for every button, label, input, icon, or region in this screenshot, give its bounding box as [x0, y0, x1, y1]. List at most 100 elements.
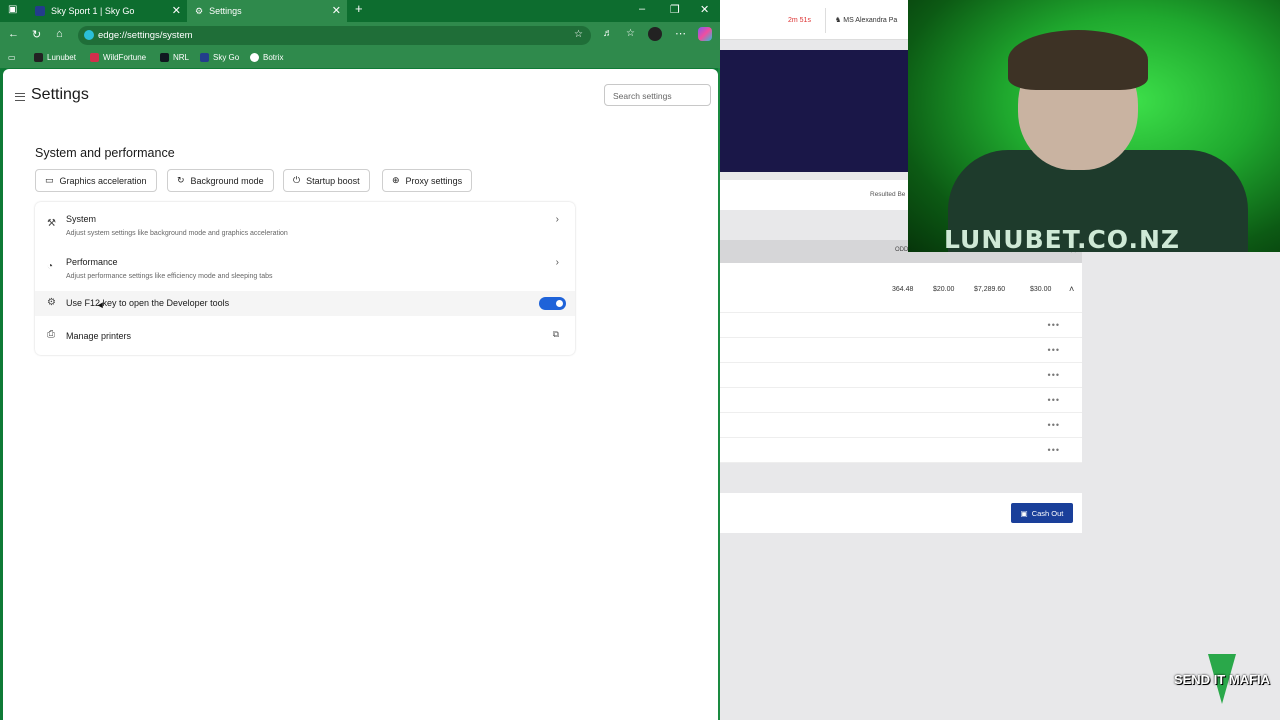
- botrix-icon: [250, 53, 259, 62]
- table-row[interactable]: •••: [720, 363, 1082, 388]
- timer-text: 2m 51s: [788, 17, 811, 24]
- tab-bar: ▣ Sky Sport 1 | Sky Go ✕ ⚙ Settings ✕ + …: [0, 0, 720, 22]
- betting-banner: [720, 50, 908, 172]
- refresh-icon[interactable]: ↻: [32, 28, 41, 41]
- home-icon[interactable]: ⌂: [56, 28, 63, 40]
- favorites-bar: ▭ Lunubet WildFortune NRL Sky Go Botrix: [0, 50, 720, 68]
- favorite-label: Sky Go: [213, 53, 240, 62]
- wrench-icon: ⚒: [47, 218, 56, 229]
- cell-stake: $20.00: [933, 286, 955, 293]
- tab-title: Settings: [209, 6, 242, 16]
- nrl-icon: [160, 53, 169, 62]
- tab-actions-icon[interactable]: ▣: [8, 4, 17, 15]
- chip-label: Proxy settings: [405, 175, 463, 186]
- streamer-hair: [1008, 30, 1148, 90]
- globe-icon: ⊕: [392, 175, 400, 185]
- chip-proxy-settings[interactable]: ⊕ Proxy settings: [382, 169, 473, 192]
- skygo-icon: [200, 53, 209, 62]
- skygo-favicon-icon: [35, 6, 45, 16]
- more-options-icon[interactable]: •••: [1048, 395, 1060, 405]
- cell-odds: 364.48: [892, 286, 914, 293]
- favorites-menu-icon[interactable]: ▭: [8, 53, 16, 62]
- search-input[interactable]: Search settings: [604, 84, 711, 106]
- chip-background-mode[interactable]: ↻ Background mode: [167, 169, 274, 192]
- table-row[interactable]: 364.48 $20.00 $7,289.60 $30.00 ˄: [720, 263, 1082, 313]
- menu-icon[interactable]: [15, 90, 25, 104]
- table-row[interactable]: •••: [720, 313, 1082, 338]
- webcam-overlay: LUNUBET.CO.NZ: [908, 0, 1280, 252]
- resulted-label: Resulted Be: [870, 191, 906, 198]
- player-label: ♞ MS Alexandra Pa: [835, 16, 897, 24]
- profile-avatar[interactable]: [648, 27, 662, 41]
- tab-title: Sky Sport 1 | Sky Go: [51, 6, 135, 16]
- copilot-icon[interactable]: [698, 27, 712, 41]
- url-text: edge://settings/system: [98, 30, 193, 41]
- row-title: Performance: [66, 257, 118, 267]
- read-aloud-icon[interactable]: ♬: [603, 28, 613, 39]
- favorite-lunubet[interactable]: Lunubet: [34, 53, 76, 62]
- favorite-skygo[interactable]: Sky Go: [200, 53, 239, 62]
- more-options-icon[interactable]: •••: [1048, 420, 1060, 430]
- close-tab-icon[interactable]: ✕: [332, 4, 341, 17]
- favorite-wildfortune[interactable]: WildFortune: [90, 53, 146, 62]
- cash-out-button[interactable]: ▣ Cash Out: [1011, 503, 1073, 523]
- favorites-icon[interactable]: ☆: [626, 28, 635, 39]
- betting-strip: Resulted Be: [720, 180, 908, 210]
- gear-icon: ⚙: [195, 5, 204, 16]
- new-tab-icon[interactable]: +: [355, 1, 363, 16]
- chip-label: Background mode: [190, 175, 264, 186]
- row-manage-printers[interactable]: ⎙ Manage printers ⧉: [35, 320, 575, 352]
- chip-label: Startup boost: [306, 175, 360, 186]
- chevron-right-icon: ›: [555, 214, 559, 225]
- row-performance[interactable]: ◔ Performance Adjust performance setting…: [35, 245, 575, 288]
- chip-startup-boost[interactable]: ⏻ Startup boost: [283, 169, 370, 192]
- bet-table: 364.48 $20.00 $7,289.60 $30.00 ˄ ••• •••…: [720, 263, 1082, 463]
- table-row[interactable]: •••: [720, 338, 1082, 363]
- display-icon: ▭: [45, 175, 54, 185]
- row-title: Use F12 key to open the Developer tools: [66, 298, 230, 308]
- restore-icon[interactable]: ❐: [670, 3, 680, 16]
- chevron-up-icon[interactable]: ˄: [1069, 284, 1074, 294]
- divider: [825, 8, 826, 33]
- settings-page: Settings Search settings System and perf…: [3, 69, 718, 720]
- printer-icon: ⎙: [47, 329, 55, 340]
- more-options-icon[interactable]: •••: [1048, 445, 1060, 455]
- wildfortune-icon: [90, 53, 99, 62]
- table-row[interactable]: •••: [720, 388, 1082, 413]
- address-bar: ← ↻ ⌂ edge://settings/system ☆ ♬ ☆ ⋯: [0, 22, 720, 50]
- row-f12-devtools[interactable]: ⚙ Use F12 key to open the Developer tool…: [35, 291, 575, 316]
- favorite-label: NRL: [173, 53, 190, 62]
- favorite-label: Lunubet: [47, 53, 76, 62]
- close-window-icon[interactable]: ✕: [700, 3, 709, 16]
- chip-graphics-acceleration[interactable]: ▭ Graphics acceleration: [35, 169, 157, 192]
- table-row[interactable]: •••: [720, 413, 1082, 438]
- more-icon[interactable]: ⋯: [675, 27, 686, 40]
- url-field[interactable]: edge://settings/system ☆: [78, 26, 591, 45]
- browser-window: ▣ Sky Sport 1 | Sky Go ✕ ⚙ Settings ✕ + …: [0, 0, 720, 720]
- more-options-icon[interactable]: •••: [1048, 345, 1060, 355]
- f12-toggle[interactable]: [539, 297, 566, 310]
- minimize-icon[interactable]: –: [639, 3, 645, 15]
- row-system[interactable]: ⚒ System Adjust system settings like bac…: [35, 202, 575, 245]
- favorite-label: WildFortune: [103, 53, 147, 62]
- brand-logo: SEND IT MAFIA: [1172, 650, 1272, 710]
- bet-footer: ▣ Cash Out: [720, 493, 1082, 533]
- cycle-icon: ↻: [177, 175, 185, 185]
- favorite-label: Botrix: [263, 53, 284, 62]
- favorite-star-icon[interactable]: ☆: [574, 29, 583, 40]
- more-options-icon[interactable]: •••: [1048, 320, 1060, 330]
- table-row[interactable]: •••: [720, 438, 1082, 463]
- favorite-botrix[interactable]: Botrix: [250, 53, 283, 62]
- cash-out-label: Cash Out: [1031, 508, 1064, 518]
- row-title: Manage printers: [66, 331, 132, 341]
- tab-skysport[interactable]: Sky Sport 1 | Sky Go ✕: [27, 0, 187, 22]
- cell-balance: $30.00: [1030, 286, 1052, 293]
- more-options-icon[interactable]: •••: [1048, 370, 1060, 380]
- chip-label: Graphics acceleration: [59, 175, 147, 186]
- tab-settings[interactable]: ⚙ Settings ✕: [187, 0, 347, 22]
- close-tab-icon[interactable]: ✕: [172, 4, 181, 17]
- back-icon[interactable]: ←: [8, 28, 19, 40]
- chevron-right-icon: ›: [555, 257, 559, 268]
- favorite-nrl[interactable]: NRL: [160, 53, 189, 62]
- power-icon: ⏻: [293, 175, 301, 185]
